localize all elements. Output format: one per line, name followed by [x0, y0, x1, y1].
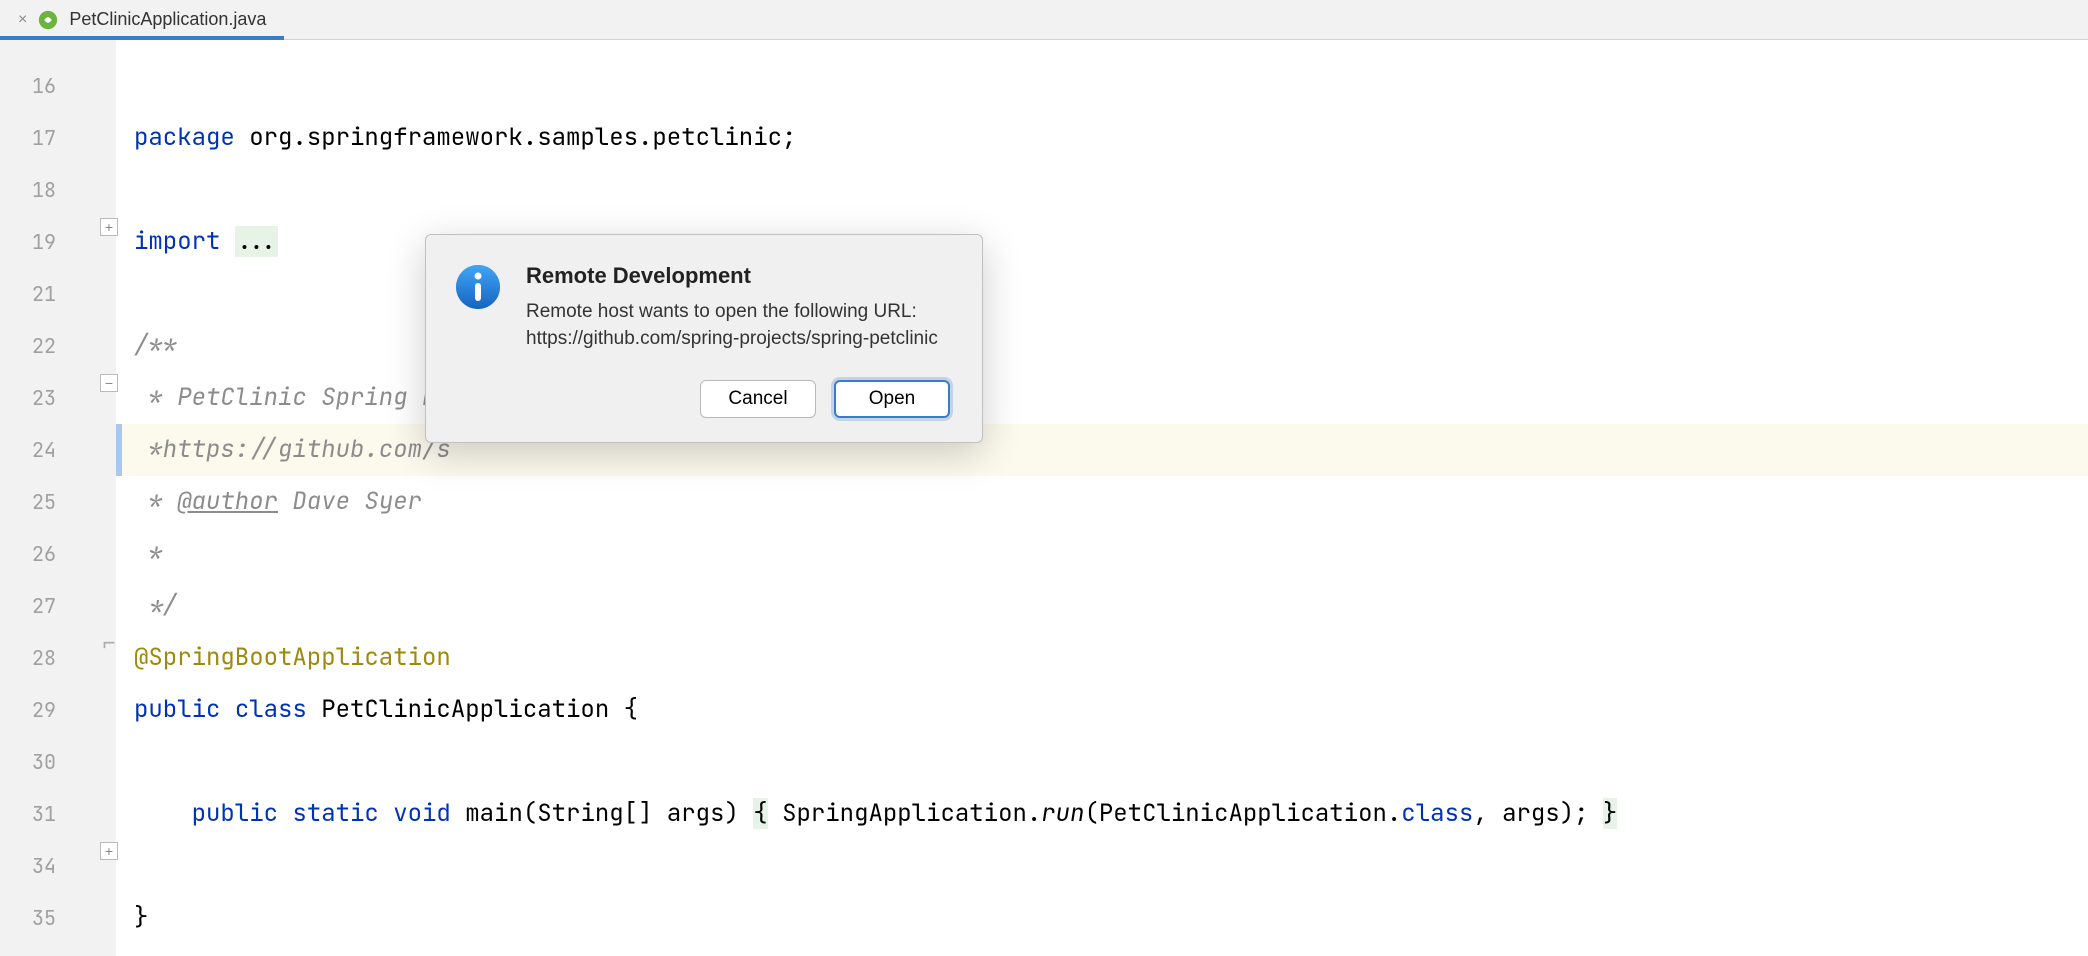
line-number: 28 — [0, 632, 56, 684]
line-number: 16 — [0, 60, 56, 112]
open-button[interactable]: Open — [834, 380, 950, 418]
current-line-marker — [116, 424, 122, 476]
tab-filename: PetClinicApplication.java — [69, 9, 266, 30]
line-number: 25 — [0, 476, 56, 528]
line-number — [0, 40, 56, 60]
code-line — [116, 60, 2088, 112]
editor: 16 17 18 19 21 22 23 24 25 26 27 28 29 3… — [0, 40, 2088, 956]
line-number: 24 — [0, 424, 56, 476]
code-editor[interactable]: package org.springframework.samples.petc… — [116, 40, 2088, 956]
code-line: @SpringBootApplication — [116, 632, 2088, 684]
line-number: 26 — [0, 528, 56, 580]
line-number: 23 — [0, 372, 56, 424]
code-line: * PetClinic Spring Bo — [116, 372, 2088, 424]
code-line: } — [116, 892, 2088, 944]
cancel-button[interactable]: Cancel — [700, 380, 816, 418]
code-line: package org.springframework.samples.petc… — [116, 112, 2088, 164]
spring-file-icon — [37, 9, 59, 31]
line-number: 30 — [0, 736, 56, 788]
code-line: */ — [116, 580, 2088, 632]
code-line: * @author Dave Syer — [116, 476, 2088, 528]
line-number: 17 — [0, 112, 56, 164]
code-line: * — [116, 528, 2088, 580]
dialog-message: Remote host wants to open the following … — [526, 299, 938, 352]
line-number: 29 — [0, 684, 56, 736]
fold-gutter: + − ⌐ + — [102, 40, 116, 956]
line-number: 18 — [0, 164, 56, 216]
line-gutter: 16 17 18 19 21 22 23 24 25 26 27 28 29 3… — [0, 40, 102, 956]
code-line — [116, 840, 2088, 892]
code-line — [116, 164, 2088, 216]
remote-development-dialog: Remote Development Remote host wants to … — [425, 234, 983, 443]
tab-bar: × PetClinicApplication.java — [0, 0, 2088, 40]
folded-imports[interactable]: ... — [235, 226, 278, 257]
code-line: public class PetClinicApplication { — [116, 684, 2088, 736]
line-number: 31 — [0, 788, 56, 840]
dialog-title: Remote Development — [526, 263, 938, 289]
dialog-content: Remote Development Remote host wants to … — [526, 263, 938, 352]
line-number: 19 — [0, 216, 56, 268]
code-line-current: *https://github.com/s — [116, 424, 2088, 476]
code-line: import ... — [116, 216, 2088, 268]
line-number: 21 — [0, 268, 56, 320]
line-number: 35 — [0, 892, 56, 944]
close-icon[interactable]: × — [18, 11, 27, 29]
line-number: 22 — [0, 320, 56, 372]
code-line — [116, 268, 2088, 320]
dialog-buttons: Cancel Open — [454, 380, 950, 418]
line-number: 34 — [0, 840, 56, 892]
code-line — [116, 40, 2088, 60]
editor-tab[interactable]: × PetClinicApplication.java — [0, 0, 284, 39]
code-line — [116, 736, 2088, 788]
code-line: public static void main(String[] args) {… — [116, 788, 2088, 840]
code-line: /** — [116, 320, 2088, 372]
info-icon — [454, 263, 502, 311]
line-number: 27 — [0, 580, 56, 632]
